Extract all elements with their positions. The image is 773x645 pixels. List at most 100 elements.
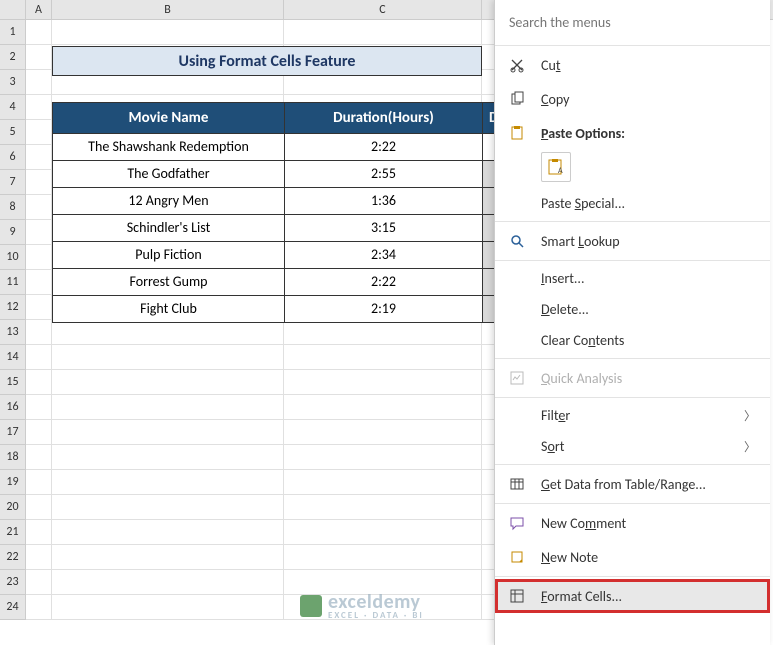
row-header[interactable]: 20 — [0, 495, 26, 520]
menu-copy[interactable]: Copy — [495, 82, 770, 116]
cell-duration[interactable]: 2:55 — [285, 161, 483, 187]
cell[interactable] — [52, 345, 284, 370]
cell[interactable] — [26, 145, 52, 170]
select-all-corner[interactable] — [0, 0, 26, 19]
cell[interactable] — [284, 320, 482, 345]
menu-new-note[interactable]: New Note — [495, 540, 770, 574]
cell[interactable] — [26, 295, 52, 320]
cell[interactable] — [26, 345, 52, 370]
menu-clear-contents[interactable]: Clear Contents — [495, 325, 770, 356]
row-header[interactable]: 6 — [0, 145, 26, 170]
row-header[interactable]: 24 — [0, 595, 26, 620]
cell[interactable] — [26, 95, 52, 120]
cell[interactable] — [52, 370, 284, 395]
row-header[interactable]: 13 — [0, 320, 26, 345]
cell[interactable] — [52, 470, 284, 495]
menu-format-cells[interactable]: Format Cells... — [495, 579, 770, 613]
col-header-c[interactable]: C — [284, 0, 482, 19]
cell[interactable] — [284, 470, 482, 495]
cell[interactable] — [52, 445, 284, 470]
cell[interactable] — [26, 170, 52, 195]
menu-filter[interactable]: Filter 〉 — [495, 400, 770, 431]
cell[interactable] — [284, 495, 482, 520]
col-header-a[interactable]: A — [26, 0, 52, 19]
row-header[interactable]: 16 — [0, 395, 26, 420]
cell[interactable] — [26, 395, 52, 420]
cell[interactable] — [26, 370, 52, 395]
cell[interactable] — [26, 320, 52, 345]
row-header[interactable]: 5 — [0, 120, 26, 145]
row-header[interactable]: 21 — [0, 520, 26, 545]
cell-movie-name[interactable]: Fight Club — [53, 296, 285, 322]
cell[interactable] — [26, 545, 52, 570]
cell-movie-name[interactable]: The Godfather — [53, 161, 285, 187]
cell-duration[interactable]: 3:15 — [285, 215, 483, 241]
cell[interactable] — [284, 20, 482, 45]
row-header[interactable]: 3 — [0, 70, 26, 95]
cell[interactable] — [26, 20, 52, 45]
cell[interactable] — [52, 545, 284, 570]
cell[interactable] — [52, 320, 284, 345]
menu-cut[interactable]: Cut — [495, 48, 770, 82]
cell[interactable] — [52, 420, 284, 445]
row-header[interactable]: 10 — [0, 245, 26, 270]
cell[interactable] — [284, 395, 482, 420]
row-header[interactable]: 11 — [0, 270, 26, 295]
cell[interactable] — [26, 420, 52, 445]
cell[interactable] — [52, 520, 284, 545]
cell[interactable] — [26, 595, 52, 620]
cell[interactable] — [26, 520, 52, 545]
cell[interactable] — [284, 445, 482, 470]
row-header[interactable]: 12 — [0, 295, 26, 320]
menu-insert[interactable]: Insert... — [495, 263, 770, 294]
cell-duration[interactable]: 2:22 — [285, 269, 483, 295]
row-header[interactable]: 1 — [0, 20, 26, 45]
cell[interactable] — [26, 220, 52, 245]
row-header[interactable]: 9 — [0, 220, 26, 245]
menu-get-data[interactable]: Get Data from Table/Range... — [495, 467, 770, 501]
cell[interactable] — [284, 545, 482, 570]
cell[interactable] — [52, 20, 284, 45]
menu-search[interactable] — [505, 8, 760, 37]
cell[interactable] — [26, 195, 52, 220]
col-header-b[interactable]: B — [52, 0, 284, 19]
row-header[interactable]: 7 — [0, 170, 26, 195]
cell[interactable] — [26, 495, 52, 520]
cell[interactable] — [52, 570, 284, 595]
row-header[interactable]: 23 — [0, 570, 26, 595]
cell-duration[interactable]: 2:22 — [285, 134, 483, 160]
row-header[interactable]: 4 — [0, 95, 26, 120]
row-header[interactable]: 22 — [0, 545, 26, 570]
cell[interactable] — [26, 45, 52, 70]
row-header[interactable]: 19 — [0, 470, 26, 495]
cell[interactable] — [26, 70, 52, 95]
row-header[interactable]: 8 — [0, 195, 26, 220]
cell[interactable] — [26, 270, 52, 295]
cell[interactable] — [52, 395, 284, 420]
cell[interactable] — [26, 445, 52, 470]
cell[interactable] — [284, 420, 482, 445]
menu-paste-special[interactable]: Paste Special... — [495, 188, 770, 219]
menu-search-input[interactable] — [505, 8, 760, 37]
menu-sort[interactable]: Sort 〉 — [495, 431, 770, 462]
cell[interactable] — [26, 470, 52, 495]
cell-duration[interactable]: 2:19 — [285, 296, 483, 322]
cell-duration[interactable]: 1:36 — [285, 188, 483, 214]
row-header[interactable]: 14 — [0, 345, 26, 370]
paste-option-default[interactable]: A — [541, 152, 571, 182]
cell-movie-name[interactable]: Pulp Fiction — [53, 242, 285, 268]
menu-delete[interactable]: Delete... — [495, 294, 770, 325]
cell[interactable] — [284, 345, 482, 370]
cell-duration[interactable]: 2:34 — [285, 242, 483, 268]
cell[interactable] — [284, 520, 482, 545]
cell[interactable] — [52, 495, 284, 520]
cell-movie-name[interactable]: Schindler's List — [53, 215, 285, 241]
cell[interactable] — [26, 245, 52, 270]
row-header[interactable]: 18 — [0, 445, 26, 470]
cell-movie-name[interactable]: The Shawshank Redemption — [53, 134, 285, 160]
cell[interactable] — [26, 120, 52, 145]
menu-new-comment[interactable]: New Comment — [495, 506, 770, 540]
menu-smart-lookup[interactable]: Smart Lookup — [495, 224, 770, 258]
cell-movie-name[interactable]: 12 Angry Men — [53, 188, 285, 214]
cell[interactable] — [284, 370, 482, 395]
